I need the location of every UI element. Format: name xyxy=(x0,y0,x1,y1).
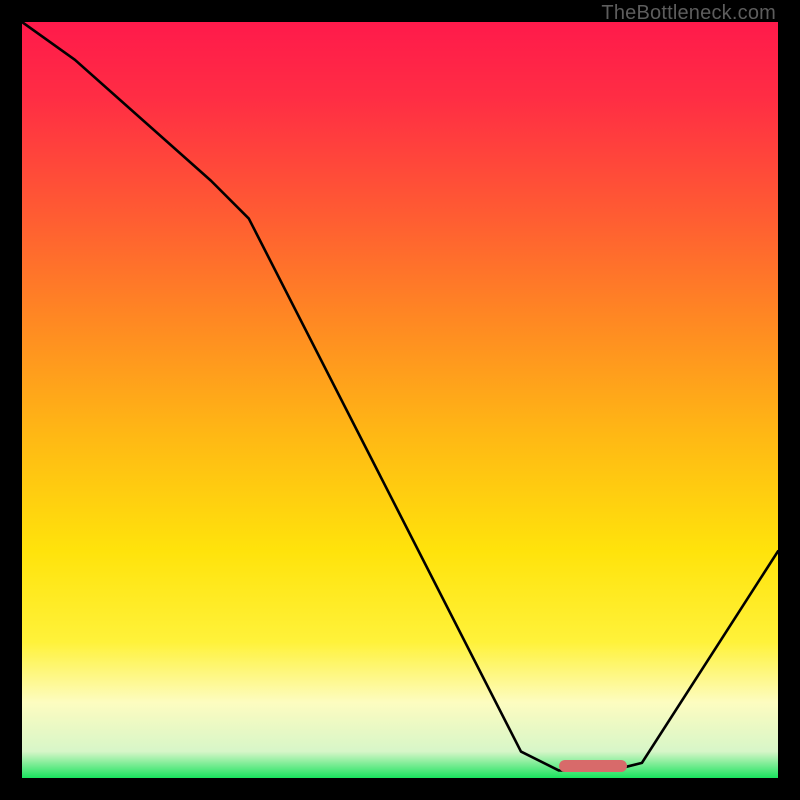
watermark-text: TheBottleneck.com xyxy=(601,2,776,25)
background-gradient xyxy=(22,22,778,778)
optimal-range-marker xyxy=(559,760,627,772)
plot-area xyxy=(22,22,778,778)
chart-frame: TheBottleneck.com xyxy=(0,0,800,800)
